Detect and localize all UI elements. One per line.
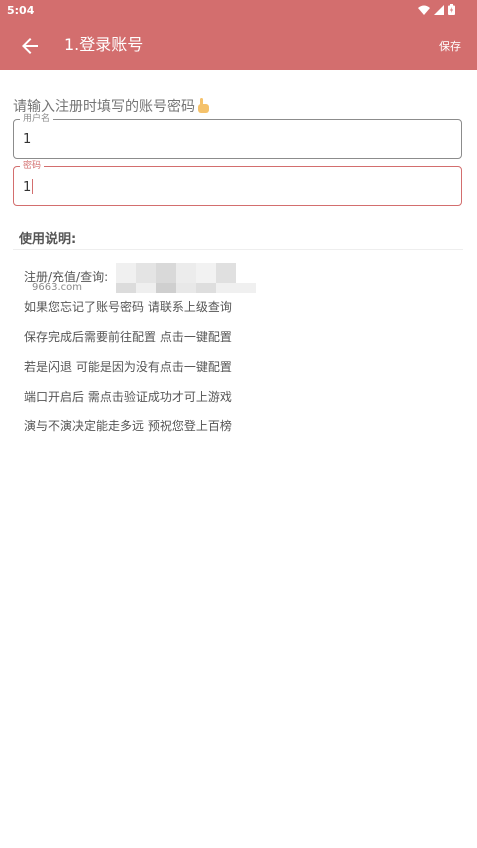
username-label: 用户名: [20, 113, 54, 125]
battery-icon: [448, 4, 455, 15]
pointing-hand-icon: [198, 98, 209, 113]
password-label: 密码: [20, 160, 45, 172]
instruction-line-6: 演与不演决定能走多远 预祝您登上百榜: [24, 419, 232, 433]
back-arrow-icon[interactable]: [18, 34, 42, 58]
watermark: 9663.com: [32, 282, 82, 293]
app-bar: 5:04 1.登录账号 保存: [0, 0, 477, 70]
page-title: 1.登录账号: [64, 35, 144, 54]
password-input[interactable]: 1: [23, 179, 34, 195]
text-caret: [32, 179, 34, 194]
signal-icon: [434, 4, 444, 15]
instruction-line-3: 保存完成后需要前往配置 点击一键配置: [24, 330, 232, 344]
divider: [13, 249, 463, 250]
password-field[interactable]: 密码 1: [13, 160, 462, 206]
status-bar: 5:04: [0, 0, 477, 20]
status-icons: [418, 4, 455, 15]
toolbar: 1.登录账号 保存: [0, 26, 477, 66]
wifi-icon: [418, 5, 430, 15]
username-field[interactable]: 用户名 1: [13, 113, 462, 159]
username-input[interactable]: 1: [23, 132, 31, 147]
password-value: 1: [23, 180, 32, 195]
instruction-line-4: 若是闪退 可能是因为没有点击一键配置: [24, 360, 232, 374]
instructions-title: 使用说明:: [19, 232, 77, 247]
redacted-link: [116, 263, 256, 295]
save-button[interactable]: 保存: [439, 38, 461, 54]
status-time: 5:04: [7, 4, 35, 17]
instruction-line-5: 端口开启后 需点击验证成功才可上游戏: [24, 390, 232, 404]
instruction-line-2: 如果您忘记了账号密码 请联系上级查询: [24, 300, 232, 314]
